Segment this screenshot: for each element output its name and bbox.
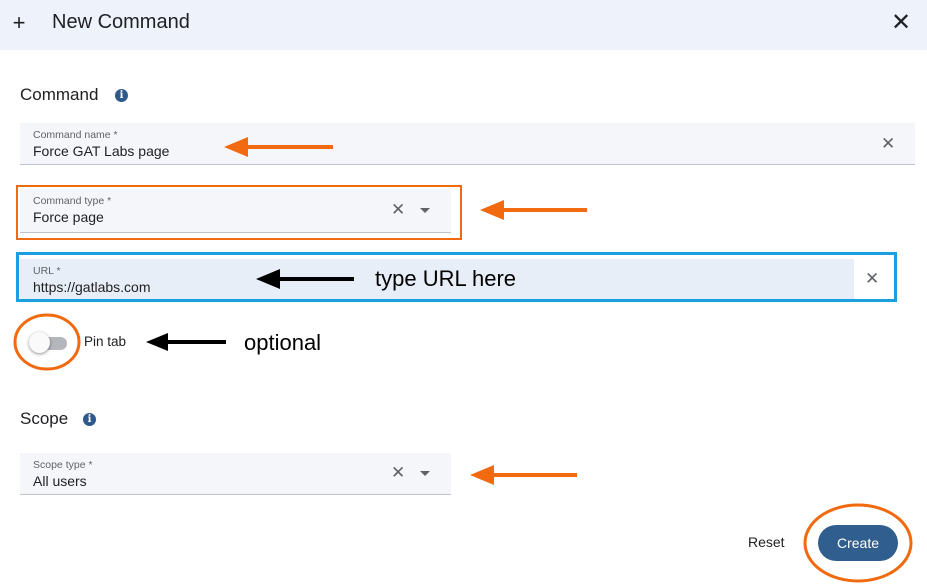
arrow-url-black — [256, 269, 354, 289]
pin-tab-highlight-ellipse — [13, 313, 81, 371]
arrow-pin-black — [146, 333, 226, 351]
create-highlight-ellipse — [803, 503, 913, 583]
annotation-overlay — [13, 137, 913, 583]
url-hint-text: type URL here — [375, 266, 517, 291]
arrow-scope-orange — [470, 465, 577, 485]
arrow-name-orange — [224, 137, 333, 157]
arrow-type-orange — [480, 200, 587, 220]
pin-hint-text: optional — [244, 330, 322, 355]
